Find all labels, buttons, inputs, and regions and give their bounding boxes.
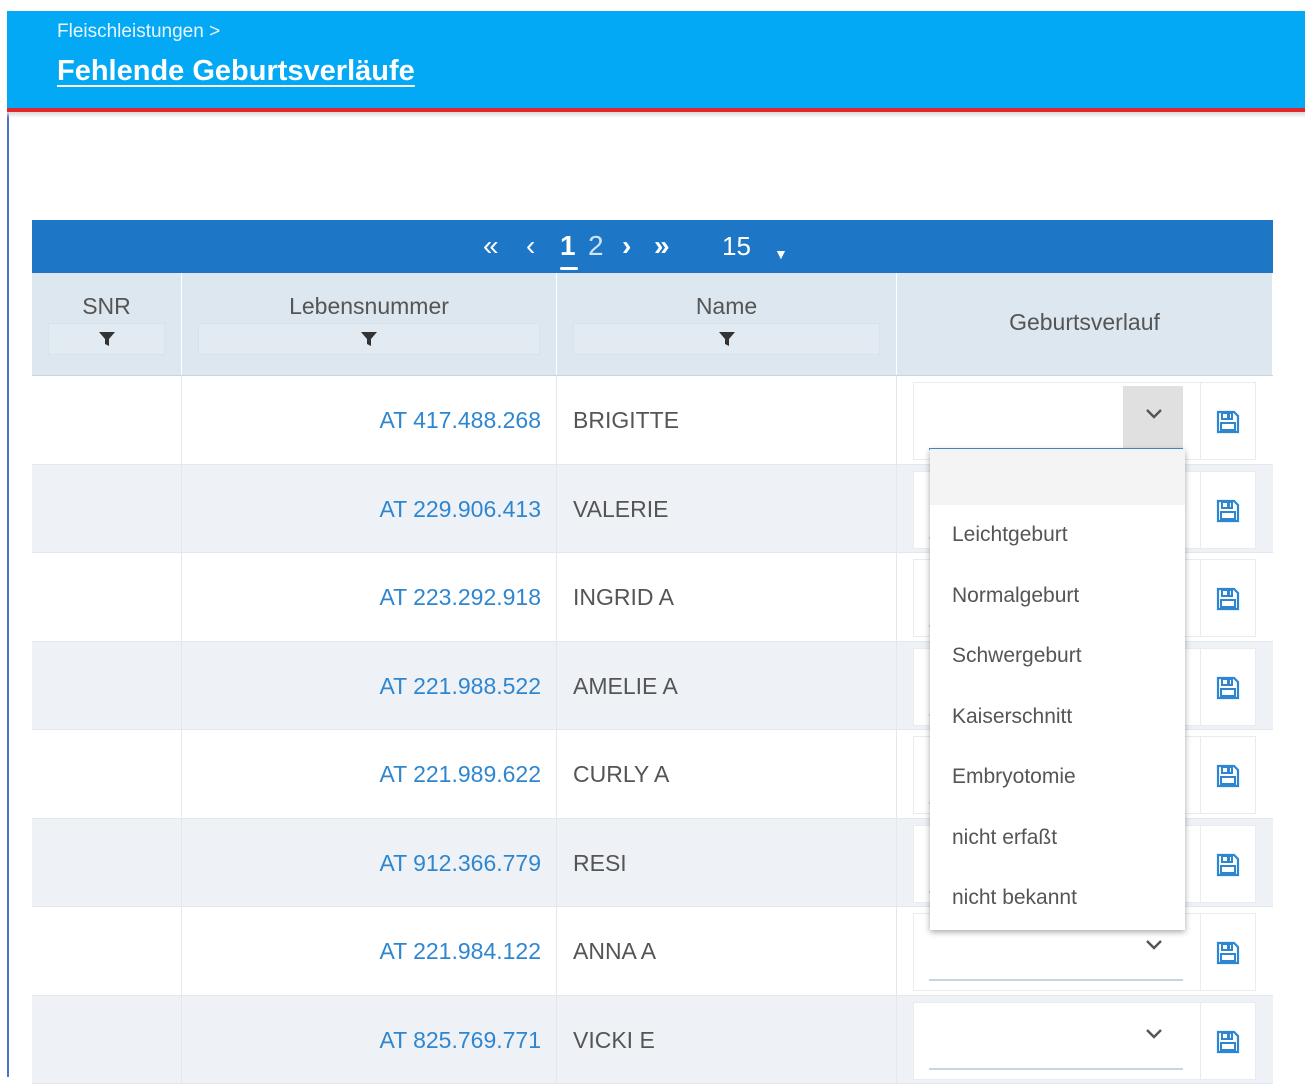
cell-name: BRIGITTE [557, 376, 897, 464]
prev-page-button[interactable]: ‹ [526, 228, 535, 264]
save-button[interactable] [1200, 648, 1256, 726]
save-button[interactable] [1200, 825, 1256, 903]
save-icon [1216, 764, 1240, 788]
table-header: SNR Lebensnummer Name Geburtsverlauf [32, 273, 1273, 376]
dropdown-option[interactable]: nicht bekannt [930, 868, 1185, 929]
filter-icon[interactable] [360, 330, 378, 348]
cell-name: VICKI E [557, 996, 897, 1084]
geburtsverlauf-dropdown-list: LeichtgeburtNormalgeburtSchwergeburtKais… [930, 449, 1185, 930]
dropdown-option[interactable]: Kaiserschnitt [930, 687, 1185, 748]
geburtsverlauf-select[interactable] [929, 386, 1183, 450]
page-size-caret-icon[interactable]: ▼ [774, 236, 788, 272]
chevron-down-icon [1145, 939, 1163, 951]
column-header-name[interactable]: Name [557, 273, 897, 375]
left-border [7, 112, 9, 1077]
cell-snr [32, 996, 182, 1084]
save-icon [1216, 676, 1240, 700]
cell-name: CURLY A [557, 730, 897, 818]
cell-name: AMELIE A [557, 642, 897, 730]
cell-lebensnummer-link[interactable]: AT 221.988.522 [182, 642, 557, 730]
chevron-down-icon [1145, 408, 1163, 420]
table-row: AT 825.769.771VICKI E [32, 996, 1273, 1084]
cell-name: VALERIE [557, 465, 897, 553]
cell-snr [32, 819, 182, 907]
page-size-select[interactable]: 15 [722, 228, 751, 264]
cell-lebensnummer-link[interactable]: AT 221.984.122 [182, 907, 557, 995]
save-button[interactable] [1200, 736, 1256, 814]
cell-snr [32, 730, 182, 818]
save-icon [1216, 941, 1240, 965]
dropdown-option-empty[interactable] [930, 449, 1185, 505]
save-icon [1216, 1030, 1240, 1054]
save-button[interactable] [1200, 913, 1256, 991]
page-1-button[interactable]: 1 [560, 228, 576, 264]
select-toggle[interactable] [1123, 1006, 1183, 1068]
dropdown-option[interactable]: Embryotomie [930, 747, 1185, 808]
save-button[interactable] [1200, 382, 1256, 460]
cell-snr [32, 553, 182, 641]
paginator: « ‹ 1 2 › » 15 ▼ [32, 220, 1273, 273]
filter-icon[interactable] [718, 330, 736, 348]
last-page-button[interactable]: » [654, 228, 670, 264]
cell-name: INGRID A [557, 553, 897, 641]
current-page-indicator [560, 267, 578, 270]
save-button[interactable] [1200, 471, 1256, 549]
geburtsverlauf-select[interactable] [929, 1006, 1183, 1070]
dropdown-option[interactable]: Schwergeburt [930, 626, 1185, 687]
page-title[interactable]: Fehlende Geburtsverläufe [57, 55, 415, 88]
save-icon [1216, 499, 1240, 523]
cell-lebensnummer-link[interactable]: AT 229.906.413 [182, 465, 557, 553]
column-label: Name [557, 293, 896, 320]
column-header-lebensnummer[interactable]: Lebensnummer [182, 273, 557, 375]
cell-snr [32, 376, 182, 464]
cell-lebensnummer-link[interactable]: AT 825.769.771 [182, 996, 557, 1084]
cell-lebensnummer-link[interactable]: AT 417.488.268 [182, 376, 557, 464]
breadcrumb[interactable]: Fleischleistungen > [57, 21, 220, 43]
column-label: SNR [32, 293, 181, 320]
dropdown-option[interactable]: nicht erfaßt [930, 808, 1185, 869]
cell-lebensnummer-link[interactable]: AT 223.292.918 [182, 553, 557, 641]
cell-snr [32, 465, 182, 553]
chevron-down-icon [1145, 1028, 1163, 1040]
cell-geburtsverlauf [897, 996, 1273, 1084]
cell-lebensnummer-link[interactable]: AT 221.989.622 [182, 730, 557, 818]
column-label: Lebensnummer [182, 293, 556, 320]
filter-icon[interactable] [98, 330, 116, 348]
cell-snr [32, 642, 182, 730]
save-icon [1216, 410, 1240, 434]
column-header-geburtsverlauf: Geburtsverlauf [897, 273, 1273, 375]
save-icon [1216, 587, 1240, 611]
dropdown-option[interactable]: Normalgeburt [930, 566, 1185, 627]
page-2-button[interactable]: 2 [588, 228, 604, 264]
select-toggle[interactable] [1123, 386, 1183, 448]
page-header: Fleischleistungen > Fehlende Geburtsverl… [7, 11, 1305, 112]
save-button[interactable] [1200, 559, 1256, 637]
cell-name: ANNA A [557, 907, 897, 995]
save-button[interactable] [1200, 1002, 1256, 1080]
column-label: Geburtsverlauf [897, 309, 1272, 336]
header-shadow [7, 112, 1305, 118]
save-icon [1216, 853, 1240, 877]
column-header-snr[interactable]: SNR [32, 273, 182, 375]
cell-name: RESI [557, 819, 897, 907]
next-page-button[interactable]: › [622, 228, 631, 264]
dropdown-option[interactable]: Leichtgeburt [930, 505, 1185, 566]
cell-snr [32, 907, 182, 995]
first-page-button[interactable]: « [483, 228, 499, 264]
cell-lebensnummer-link[interactable]: AT 912.366.779 [182, 819, 557, 907]
